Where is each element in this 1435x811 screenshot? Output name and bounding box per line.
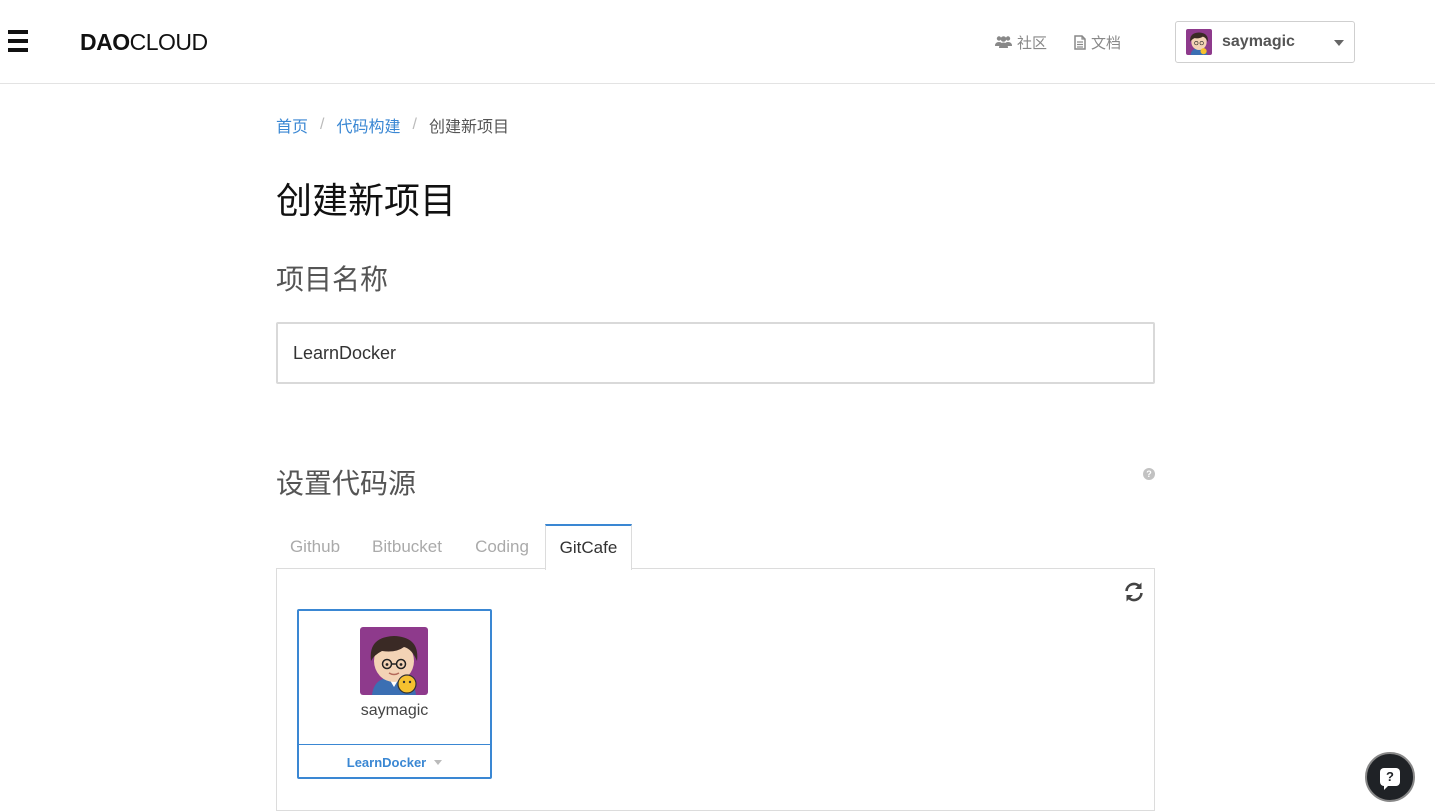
breadcrumb-separator: / bbox=[412, 116, 417, 133]
project-name-label: 项目名称 bbox=[276, 264, 389, 295]
breadcrumb-current: 创建新项目 bbox=[428, 119, 509, 136]
account-card[interactable]: saymagic LearnDocker bbox=[297, 609, 492, 779]
breadcrumb-home-link[interactable]: 首页 bbox=[276, 113, 308, 137]
source-tab-panel: saymagic LearnDocker bbox=[276, 568, 1155, 811]
tab-github[interactable]: Github bbox=[276, 524, 354, 569]
user-name: saymagic bbox=[1222, 33, 1295, 50]
breadcrumb-builds-link[interactable]: 代码构建 bbox=[336, 113, 400, 137]
account-name: saymagic bbox=[360, 702, 429, 719]
help-chat-button[interactable]: ? bbox=[1365, 752, 1415, 802]
code-source-label: 设置代码源 bbox=[276, 468, 417, 499]
breadcrumb-separator: / bbox=[320, 116, 325, 133]
tab-bitbucket[interactable]: Bitbucket bbox=[356, 524, 458, 569]
daocloud-logo[interactable]: DAOCLOUD bbox=[80, 28, 208, 56]
avatar bbox=[360, 627, 428, 695]
refresh-icon[interactable] bbox=[1123, 581, 1145, 603]
nav-community-link[interactable]: 社区 bbox=[995, 31, 1047, 53]
repo-select-dropdown[interactable]: LearnDocker bbox=[299, 744, 490, 779]
chevron-down-icon bbox=[434, 759, 443, 765]
avatar bbox=[1186, 29, 1212, 55]
breadcrumb: 首页 / 代码构建 / 创建新项目 bbox=[276, 113, 509, 137]
page-title: 创建新项目 bbox=[276, 180, 457, 221]
nav-docs-label: 文档 bbox=[1091, 34, 1122, 52]
user-menu-dropdown[interactable]: saymagic bbox=[1175, 21, 1355, 63]
tab-gitcafe[interactable]: GitCafe bbox=[545, 524, 632, 570]
help-icon[interactable]: ? bbox=[1143, 468, 1155, 480]
tab-coding[interactable]: Coding bbox=[460, 524, 544, 569]
nav-docs-link[interactable]: 文档 bbox=[1074, 31, 1121, 53]
project-name-input[interactable] bbox=[276, 322, 1155, 384]
chevron-down-icon bbox=[1334, 40, 1344, 46]
users-icon bbox=[995, 36, 1012, 48]
nav-community-label: 社区 bbox=[1017, 34, 1048, 52]
menu-icon[interactable] bbox=[8, 30, 28, 52]
document-icon bbox=[1074, 34, 1086, 50]
top-navbar: DAOCLOUD 社区 文档 saymagic bbox=[0, 0, 1435, 84]
question-icon: ? bbox=[1380, 768, 1400, 790]
repo-select-value: LearnDocker bbox=[346, 754, 427, 770]
